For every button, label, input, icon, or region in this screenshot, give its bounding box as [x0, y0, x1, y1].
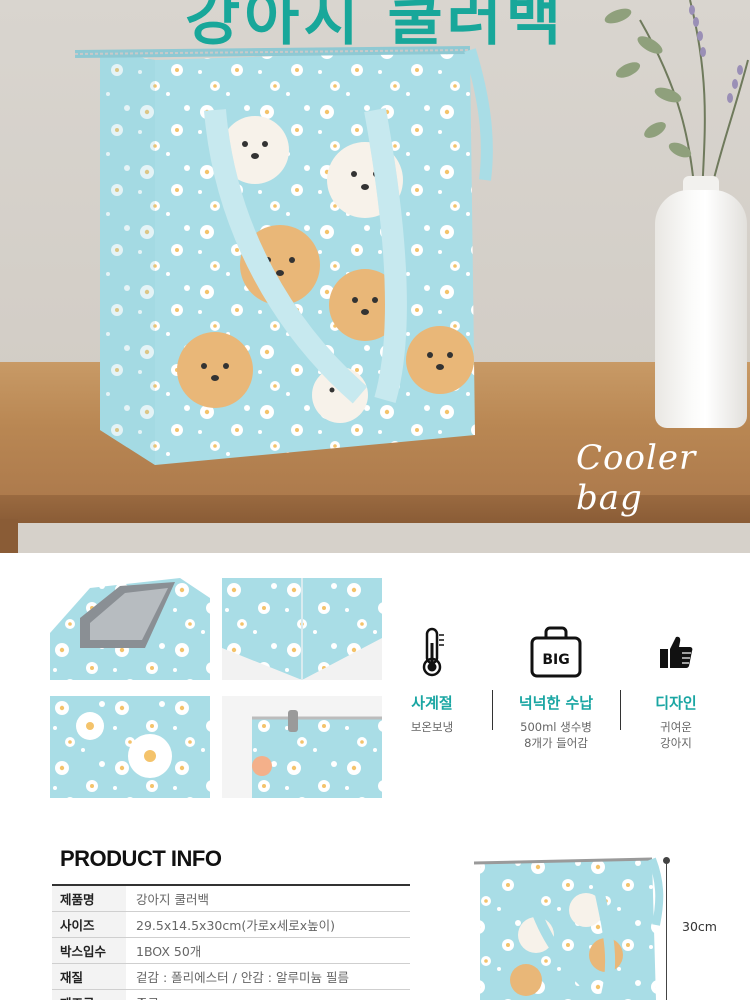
info-value: 중국 — [126, 989, 410, 1000]
table-row: 제조국 중국 — [52, 989, 410, 1000]
product-dimension-photo — [466, 855, 666, 1000]
feature-desc-line: 500ml 생수병 — [520, 720, 592, 734]
feature-title: 디자인 — [655, 694, 697, 712]
product-title: 강아지 쿨러백 — [184, 0, 566, 54]
info-label: 제품명 — [52, 885, 126, 912]
hero-photo: 강아지 쿨러백 Cooler bag — [0, 0, 750, 553]
detail-photo-zipper — [222, 696, 382, 798]
product-info-heading: PRODUCT INFO — [60, 846, 222, 871]
table-row: 재질 겉감 : 폴리에스터 / 안감 : 알루미늄 필름 — [52, 963, 410, 990]
detail-photo-fabric — [50, 696, 210, 798]
feature-design: 디자인 귀여운 강아지 — [620, 622, 732, 751]
feature-description: 귀여운 강아지 — [620, 719, 732, 751]
feature-description: 보온보냉 — [376, 719, 488, 735]
info-value: 1BOX 50개 — [126, 937, 410, 964]
thumbs-up-icon — [620, 622, 732, 682]
info-value: 겉감 : 폴리에스터 / 안감 : 알루미늄 필름 — [126, 963, 410, 990]
table-row: 제품명 강아지 쿨러백 — [52, 885, 410, 912]
feature-desc-line: 8개가 들어감 — [524, 736, 588, 750]
feature-desc-line: 보온보냉 — [410, 720, 454, 734]
cooler-bag-image — [75, 46, 493, 465]
feature-four-seasons: 사계절 보온보냉 — [376, 622, 488, 735]
feature-title: 넉넉한 수납 — [518, 694, 594, 712]
feature-desc-line: 강아지 — [660, 736, 692, 750]
detail-photo-side — [222, 578, 382, 680]
info-value: 강아지 쿨러백 — [126, 885, 410, 912]
feature-divider — [492, 690, 493, 730]
feature-description: 500ml 생수병 8개가 들어감 — [500, 719, 612, 751]
white-vase — [655, 190, 747, 428]
info-label: 재질 — [52, 963, 126, 990]
table-row: 사이즈 29.5x14.5x30cm(가로x세로x높이) — [52, 911, 410, 938]
cooler-bag-script-text: Cooler bag — [576, 438, 697, 518]
detail-photo-interior — [50, 578, 210, 680]
height-dimension-label: 30cm — [682, 919, 717, 934]
info-label: 제조국 — [52, 989, 126, 1000]
product-info-table: 제품명 강아지 쿨러백 사이즈 29.5x14.5x30cm(가로x세로x높이)… — [52, 884, 410, 1000]
feature-storage: BIG 넉넉한 수납 500ml 생수병 8개가 들어감 — [500, 622, 612, 751]
table-shadow — [0, 523, 750, 553]
big-bag-icon: BIG — [500, 622, 612, 682]
feature-title: 사계절 — [411, 694, 453, 712]
table-leg — [0, 519, 18, 553]
feature-desc-line: 귀여운 — [660, 720, 692, 734]
height-dimension-line — [666, 860, 667, 1000]
info-label: 사이즈 — [52, 911, 126, 938]
big-label: BIG — [542, 652, 569, 668]
info-label: 박스입수 — [52, 937, 126, 964]
dimension-endpoint — [663, 857, 670, 864]
info-value: 29.5x14.5x30cm(가로x세로x높이) — [126, 911, 410, 938]
thermometer-icon — [376, 622, 488, 682]
table-row: 박스입수 1BOX 50개 — [52, 937, 410, 964]
